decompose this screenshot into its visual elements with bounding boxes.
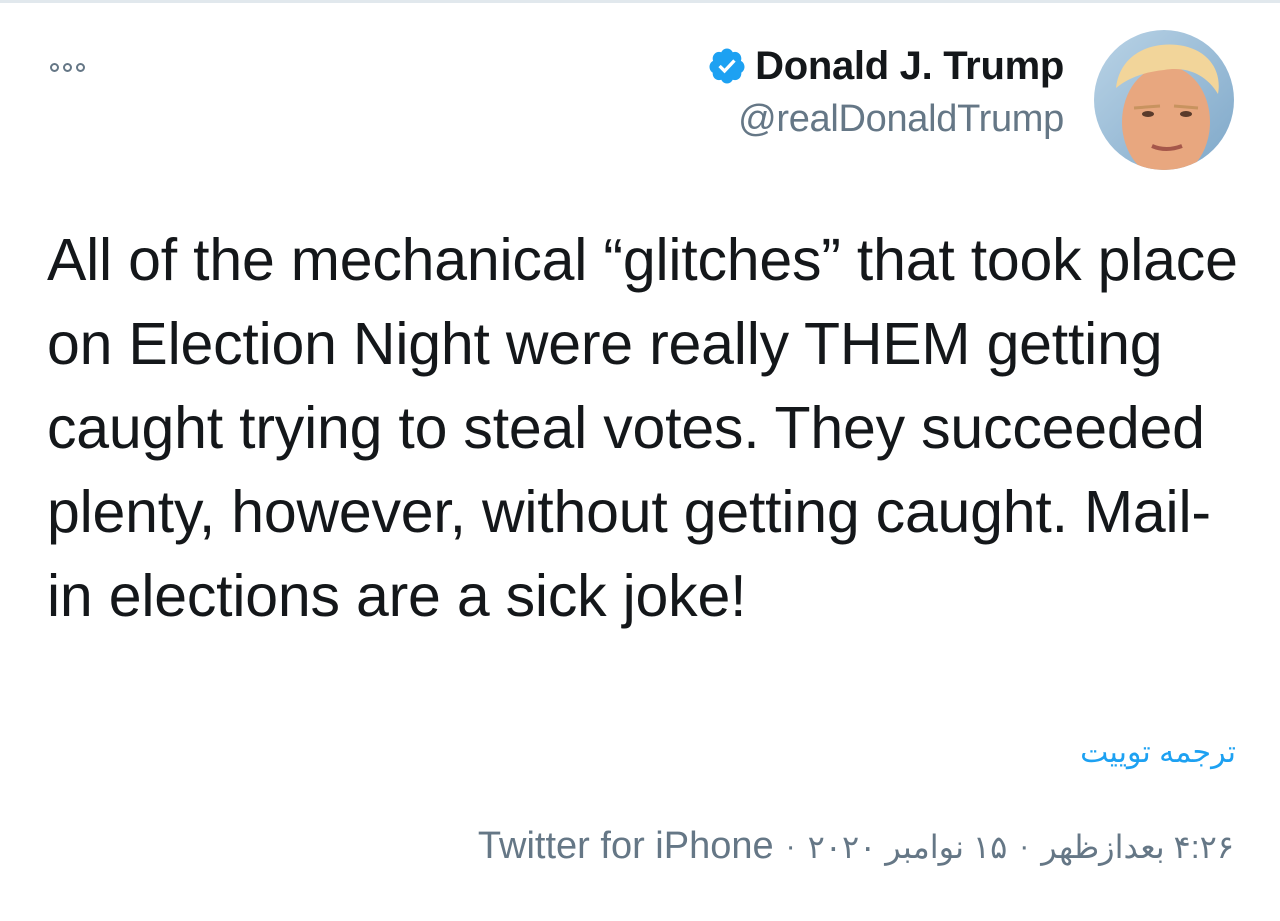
tweet-time[interactable]: ۴:۲۶ بعدازظهر	[1041, 828, 1234, 866]
avatar-image	[1094, 30, 1234, 170]
tweet-source[interactable]: Twitter for iPhone	[478, 825, 774, 868]
more-options-icon[interactable]	[50, 58, 100, 76]
more-dot	[50, 62, 59, 72]
avatar[interactable]	[1094, 30, 1234, 170]
tweet-author[interactable]: Donald J. Trump @realDonaldTrump	[707, 40, 1064, 141]
tweet-metadata: Twitter for iPhone · ۱۵ نوامبر ۲۰۲۰ · ۴:…	[478, 825, 1234, 868]
separator-dot: ·	[1019, 829, 1030, 863]
author-display-name[interactable]: Donald J. Trump	[755, 44, 1064, 89]
tweet-date[interactable]: ۱۵ نوامبر ۲۰۲۰	[808, 828, 1008, 866]
tweet-text: All of the mechanical “glitches” that to…	[47, 227, 1238, 629]
more-dot	[76, 62, 85, 72]
author-handle[interactable]: @realDonaldTrump	[707, 98, 1064, 141]
translate-tweet-link[interactable]: ترجمه توییت	[1080, 735, 1236, 770]
top-divider	[0, 0, 1280, 3]
author-name-row: Donald J. Trump	[707, 40, 1064, 92]
verified-badge-icon	[709, 48, 745, 84]
separator-dot: ·	[785, 829, 796, 863]
more-dot	[63, 62, 72, 72]
